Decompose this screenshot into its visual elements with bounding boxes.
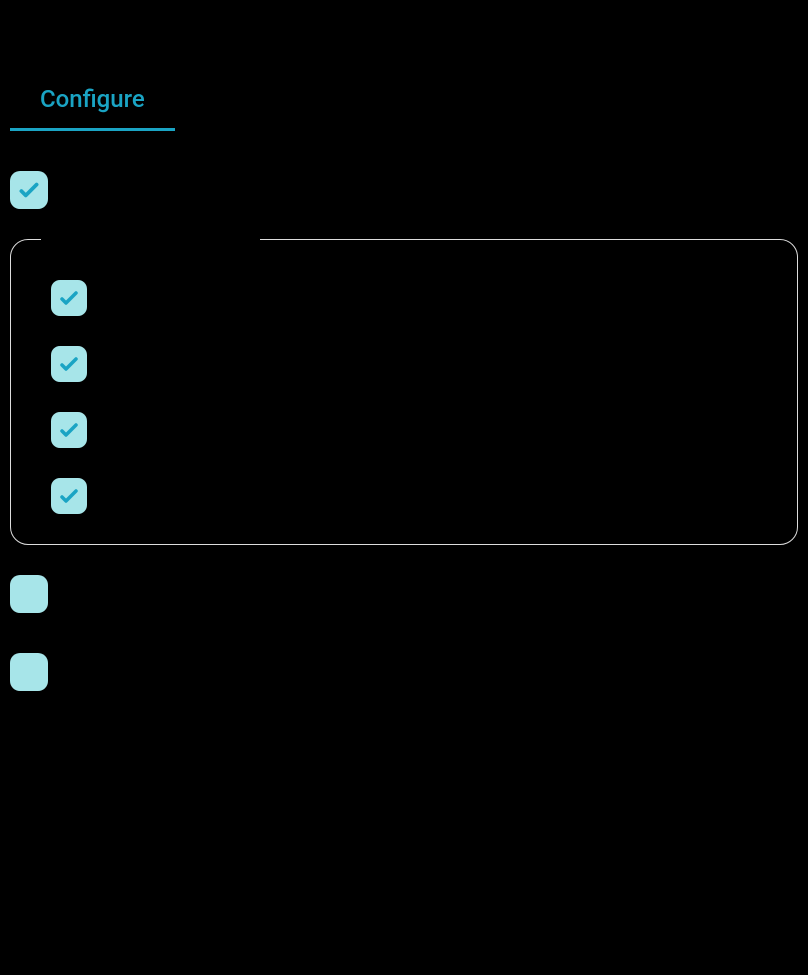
- check-icon: [57, 352, 81, 376]
- checkbox-tv-streaming[interactable]: [10, 653, 48, 691]
- label-spare: Spare: [103, 486, 149, 507]
- checkbox-left-player[interactable]: [51, 280, 87, 316]
- option-right-player: Right player: [51, 346, 757, 382]
- checkbox-trigger[interactable]: [51, 412, 87, 448]
- sublabel-tv-streaming: Mark your favorite events to find them q…: [66, 687, 389, 706]
- check-icon: [16, 177, 42, 203]
- check-icon: [57, 286, 81, 310]
- label-right-player: Right player: [103, 354, 197, 375]
- option-tv-streaming: TV streaming Mark your favorite events t…: [10, 653, 798, 706]
- option-order-controller: Order controller Show player numbers bel…: [10, 575, 798, 628]
- label-optimize-race: Optimize race: [66, 171, 188, 201]
- checkbox-spare[interactable]: [51, 478, 87, 514]
- check-icon: [57, 484, 81, 508]
- option-trigger: Trigger: [51, 412, 757, 448]
- label-left-player: Left player: [103, 288, 187, 309]
- content-area: Optimize race Default input channels Lef…: [0, 131, 808, 706]
- fieldset-default-channels: Default input channels Left player Right…: [10, 239, 798, 545]
- option-optimize-race: Optimize race: [10, 171, 798, 209]
- tab-configure[interactable]: Configure: [10, 75, 175, 131]
- checkbox-right-player[interactable]: [51, 346, 87, 382]
- legend-default-channels: Default input channels: [41, 225, 260, 249]
- label-trigger: Trigger: [103, 420, 159, 441]
- option-spare: Spare: [51, 478, 757, 514]
- tabs-container: Configure: [0, 0, 808, 131]
- label-tv-streaming: TV streaming: [66, 653, 389, 683]
- checkbox-optimize-race[interactable]: [10, 171, 48, 209]
- label-order-controller: Order controller: [66, 575, 472, 605]
- check-icon: [57, 418, 81, 442]
- checkbox-order-controller[interactable]: [10, 575, 48, 613]
- sublabel-order-controller: Show player numbers below input channels…: [66, 609, 472, 628]
- option-left-player: Left player: [51, 280, 757, 316]
